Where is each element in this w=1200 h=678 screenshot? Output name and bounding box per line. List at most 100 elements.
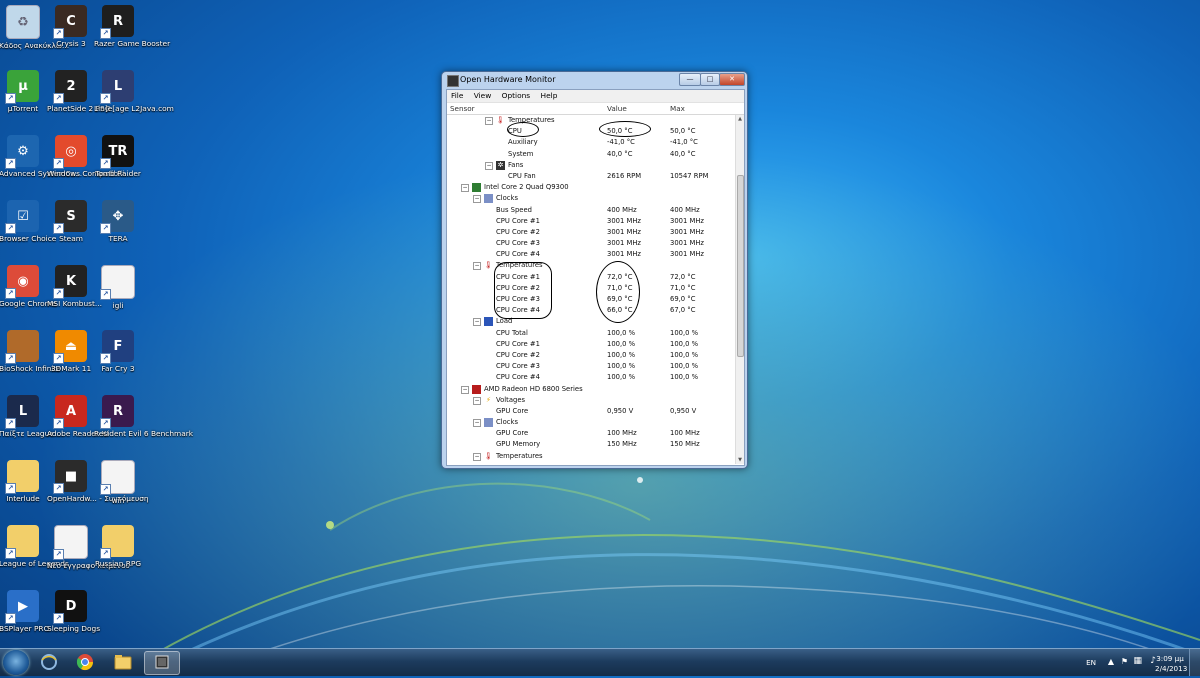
collapse-toggle-icon[interactable]: − <box>473 318 481 327</box>
openhardwaremonitor-taskbar-icon[interactable] <box>144 651 180 675</box>
desktop-icon[interactable]: ◎ ↗ Windows Compatibili... <box>47 135 131 178</box>
desktop-icon[interactable]: 2 ↗ PlanetSide 2 PSG <box>47 70 110 113</box>
sensor-max: 40,0 °C <box>670 149 696 158</box>
sensor-row[interactable]: − AMD Radeon HD 6800 Series <box>447 384 735 395</box>
sensor-row[interactable]: CPU Core #1 100,0 % 100,0 % <box>447 339 735 350</box>
sensor-row[interactable]: System 40,0 °C 40,0 °C <box>447 149 735 160</box>
desktop-icon[interactable]: A ↗ Adobe Reader XI <box>47 395 108 438</box>
collapse-toggle-icon[interactable]: − <box>473 262 481 271</box>
sensor-row[interactable]: − Clocks <box>447 193 735 204</box>
explorer-icon[interactable] <box>106 651 140 673</box>
sensor-row[interactable]: − ✲ Fans <box>447 160 735 171</box>
sensor-row[interactable]: − 🌡 Temperatures <box>447 451 735 462</box>
desktop-icon[interactable]: R ↗ Razer Game Booster <box>94 5 170 48</box>
close-button[interactable]: ✕ <box>719 73 745 86</box>
menu-file[interactable]: File <box>451 91 463 100</box>
desktop-icon[interactable]: ✥ ↗ TERA <box>94 200 142 243</box>
desktop-icon[interactable]: ↗ igli <box>94 265 142 310</box>
show-hidden-icons-icon[interactable]: ▲ <box>1108 657 1114 666</box>
collapse-toggle-icon[interactable]: − <box>473 396 481 405</box>
sensor-name: CPU Core #2 <box>496 227 540 236</box>
minimize-button[interactable]: — <box>679 73 701 86</box>
sensor-row[interactable]: CPU Core #3 100,0 % 100,0 % <box>447 361 735 372</box>
chrome-icon[interactable] <box>68 651 102 673</box>
sensor-tree[interactable]: − 🌡 Temperatures CPU 50,0 °C 50,0 °C Auxiliary… <box>447 115 735 464</box>
sensor-row[interactable]: − Load <box>447 316 735 327</box>
collapse-toggle-icon[interactable]: − <box>485 161 493 170</box>
sensor-row[interactable]: CPU Fan 2616 RPM 10547 RPM <box>447 171 735 182</box>
sensor-row[interactable]: CPU Core #2 3001 MHz 3001 MHz <box>447 227 735 238</box>
menu-options[interactable]: Options <box>502 91 531 100</box>
desktop-icon[interactable]: ▶ ↗ BSPlayer PRO <box>0 590 49 633</box>
desktop-icon[interactable]: ■↗OpenHardw... - Συντόμευση <box>47 460 149 503</box>
sensor-row[interactable]: CPU Core #4 3001 MHz 3001 MHz <box>447 249 735 260</box>
sensor-row[interactable]: CPU 50,0 °C 50,0 °C <box>447 126 735 137</box>
desktop-icon[interactable]: ♻ Κάδος Ανακύκλω... <box>0 5 69 50</box>
clock[interactable]: 3:09 μμ 2/4/2013 <box>1155 654 1187 674</box>
collapse-toggle-icon[interactable]: − <box>485 117 493 125</box>
sensor-row[interactable]: CPU Core #3 69,0 °C 69,0 °C <box>447 294 735 305</box>
sensor-row[interactable]: CPU Total 100,0 % 100,0 % <box>447 328 735 339</box>
menu-help[interactable]: Help <box>541 91 558 100</box>
desktop-icon[interactable]: R↗Resident Evil 6 Benchmark <box>94 395 193 438</box>
title-bar[interactable]: Open Hardware Monitor — □ ✕ <box>442 72 747 89</box>
desktop-icon[interactable]: D ↗ Sleeping Dogs <box>47 590 100 633</box>
desktop-icon[interactable]: ↗ League of Legends <box>0 525 69 568</box>
collapse-toggle-icon[interactable]: − <box>473 452 481 461</box>
sensor-row[interactable]: CPU Core #4 100,0 % 100,0 % <box>447 372 735 383</box>
maximize-button[interactable]: □ <box>700 73 720 86</box>
open-hardware-monitor-window[interactable]: Open Hardware Monitor — □ ✕ File View Op… <box>441 71 748 469</box>
desktop-icon[interactable]: S ↗ Steam <box>47 200 95 243</box>
sensor-row[interactable]: GPU Core 100 MHz 100 MHz <box>447 428 735 439</box>
vertical-scrollbar[interactable]: ▲ ▼ <box>735 115 744 464</box>
sensor-row[interactable]: − Clocks <box>447 417 735 428</box>
start-orb-icon[interactable] <box>3 650 29 675</box>
desktop-icon[interactable]: L ↗ Παίξτε League ... <box>0 395 63 438</box>
desktop-icon[interactable]: ↗ win <box>94 460 142 505</box>
sensor-row[interactable]: CPU Core #1 3001 MHz 3001 MHz <box>447 216 735 227</box>
desktop-icon[interactable]: TR ↗ Tomb Raider <box>94 135 142 178</box>
desktop-icon[interactable]: C ↗ Crysis 3 <box>47 5 95 48</box>
desktop-icon[interactable]: ↗ Russian RPG <box>94 525 142 568</box>
sensor-row[interactable]: − ⚡ Voltages <box>447 395 735 406</box>
column-sensor[interactable]: Sensor <box>450 103 475 114</box>
sensor-row[interactable]: CPU Core #2 71,0 °C 71,0 °C <box>447 283 735 294</box>
collapse-toggle-icon[interactable]: − <box>473 195 481 204</box>
sensor-row[interactable]: − 🌡 Temperatures <box>447 260 735 271</box>
sensor-row[interactable]: CPU Core #1 72,0 °C 72,0 °C <box>447 272 735 283</box>
desktop-icon[interactable]: ↗ BioShock Infinite <box>0 330 61 373</box>
sensor-row[interactable]: CPU Core #3 3001 MHz 3001 MHz <box>447 238 735 249</box>
desktop-icon[interactable]: µ ↗ µTorrent <box>0 70 47 113</box>
desktop-icon[interactable]: ⚙ ↗ Advanced SystemCa... <box>0 135 82 178</box>
language-indicator[interactable]: EN <box>1086 658 1096 667</box>
sensor-row[interactable]: Auxiliary -41,0 °C -41,0 °C <box>447 137 735 148</box>
sensor-row[interactable]: CPU Core #2 100,0 % 100,0 % <box>447 350 735 361</box>
sensor-row[interactable]: − Intel Core 2 Quad Q9300 <box>447 182 735 193</box>
desktop-icon[interactable]: ⏏ ↗ 3DMark 11 <box>47 330 95 373</box>
sensor-row[interactable]: CPU Core #4 66,0 °C 67,0 °C <box>447 305 735 316</box>
desktop-icon[interactable]: ↗ Interlude <box>0 460 47 503</box>
network-icon[interactable]: ▦ <box>1133 656 1142 666</box>
ie-icon[interactable] <box>32 651 66 673</box>
desktop-icon[interactable]: K ↗ MSI Kombust... <box>47 265 102 308</box>
scroll-up-icon[interactable]: ▲ <box>736 115 744 123</box>
collapse-toggle-icon[interactable]: − <box>461 184 469 193</box>
desktop-icon[interactable]: ↗ Νέο έγγραφο κειμένου <box>47 525 130 570</box>
collapse-toggle-icon[interactable]: − <box>473 419 481 428</box>
desktop-icon[interactable]: F ↗ Far Cry 3 <box>94 330 142 373</box>
scroll-thumb[interactable] <box>737 175 744 357</box>
show-desktop-button[interactable] <box>1189 649 1200 676</box>
desktop-icon[interactable]: L ↗ Lin]e[age L2Java.com <box>94 70 174 113</box>
sensor-row[interactable]: GPU Memory 150 MHz 150 MHz <box>447 439 735 450</box>
desktop-icon[interactable]: ☑ ↗ Browser Choice <box>0 200 56 243</box>
sensor-row[interactable]: − 🌡 Temperatures <box>447 115 735 126</box>
column-max[interactable]: Max <box>670 103 685 114</box>
column-value[interactable]: Value <box>607 103 627 114</box>
sensor-row[interactable]: Bus Speed 400 MHz 400 MHz <box>447 205 735 216</box>
desktop-icon[interactable]: ◉ ↗ Google Chrome <box>0 265 56 308</box>
collapse-toggle-icon[interactable]: − <box>461 385 469 394</box>
action-center-flag-icon[interactable]: ⚑ <box>1121 657 1128 666</box>
sensor-row[interactable]: GPU Core 0,950 V 0,950 V <box>447 406 735 417</box>
menu-view[interactable]: View <box>474 91 492 100</box>
scroll-down-icon[interactable]: ▼ <box>736 456 744 464</box>
